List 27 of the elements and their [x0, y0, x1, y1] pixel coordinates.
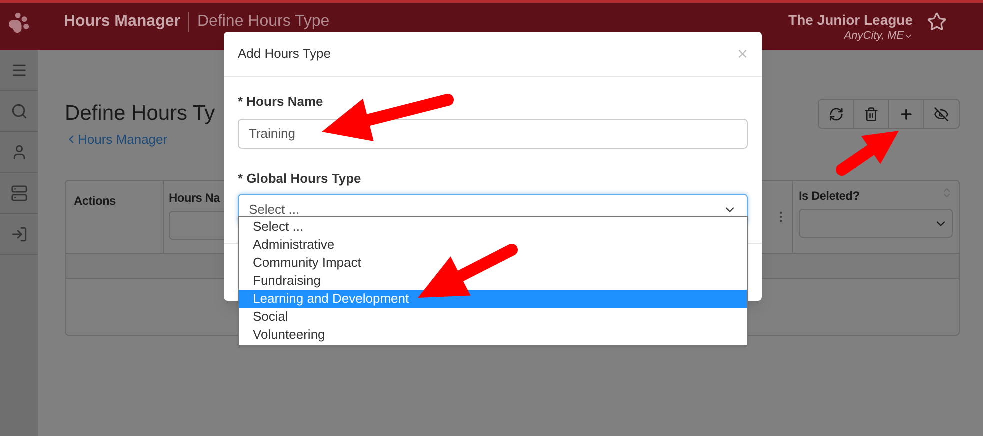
modal-title: Add Hours Type [238, 45, 331, 64]
dropdown-option[interactable]: Administrative [239, 236, 747, 254]
page-title: Define Hours Ty [65, 101, 216, 127]
star-icon[interactable] [927, 12, 947, 32]
search-icon[interactable] [10, 102, 28, 120]
server-icon[interactable] [10, 184, 28, 202]
org-name: The Junior League [788, 12, 913, 30]
refresh-icon [828, 106, 844, 122]
column-header: Is Deleted? [799, 188, 860, 205]
page-heading: Define Hours Type [197, 12, 330, 31]
annotation-arrow [836, 131, 899, 176]
field-label: * Global Hours Type [238, 170, 362, 188]
filter-select[interactable] [799, 209, 953, 238]
hours-name-field[interactable]: Training [238, 118, 748, 148]
plus-icon [898, 106, 914, 122]
trash-icon [864, 106, 878, 122]
dropdown-option[interactable]: Fundraising [239, 272, 747, 290]
app-title[interactable]: Hours Manager [64, 12, 180, 31]
org-location[interactable]: AnyCity, ME [844, 30, 913, 44]
dropdown-option[interactable]: Social [239, 308, 747, 326]
column-header: Hours Na [169, 190, 222, 207]
eye-slash-icon [934, 106, 949, 122]
column-header: Actions [74, 194, 116, 208]
sign-in-icon[interactable] [10, 226, 28, 242]
paw-icon [8, 12, 30, 34]
dropdown-option[interactable]: Volunteering [239, 326, 747, 344]
field-label: * Hours Name [238, 93, 324, 111]
